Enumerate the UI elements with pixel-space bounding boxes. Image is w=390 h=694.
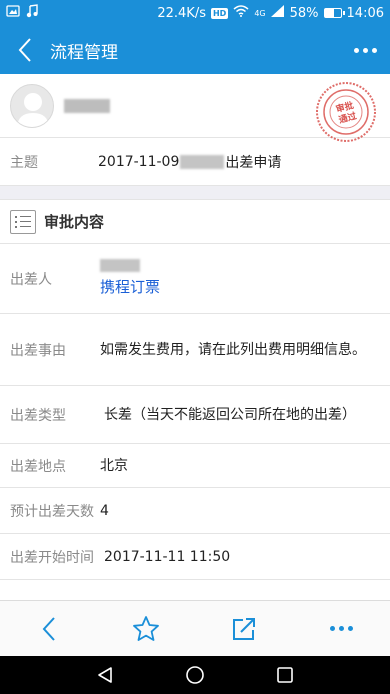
section-divider: [0, 186, 390, 200]
applicant-row: 审批 通过: [0, 74, 390, 142]
battery-percent: 58%: [289, 5, 319, 21]
toolbar-more-button[interactable]: [293, 601, 390, 657]
app-header: 流程管理: [0, 26, 390, 74]
star-icon: [133, 615, 160, 641]
field-start-time: 出差开始时间 2017-11-11 11:50: [0, 534, 390, 580]
field-label: 出差地点: [10, 458, 66, 475]
subject-date: 2017-11-09: [98, 153, 180, 170]
square-recents-icon: [277, 667, 293, 683]
field-location: 出差地点 北京: [0, 444, 390, 488]
field-value: 长差（当天不能返回公司所在地的出差）: [104, 406, 356, 423]
field-label: 出差事由: [10, 342, 66, 359]
nav-home-button[interactable]: [175, 656, 215, 694]
signal-icon: [270, 5, 285, 21]
field-label: 出差人: [10, 271, 52, 288]
more-menu-button[interactable]: [340, 26, 390, 74]
triangle-back-icon: [98, 667, 112, 683]
battery-icon: [323, 8, 345, 18]
chevron-left-icon: [18, 38, 31, 62]
field-label: 出差类型: [10, 407, 66, 424]
section-title: 审批内容: [44, 213, 105, 231]
avatar: [10, 83, 54, 128]
approved-stamp: 审批 通过: [314, 80, 378, 144]
circle-home-icon: [186, 666, 204, 684]
field-value: 2017-11-11 11:50: [104, 548, 231, 565]
wifi-icon: [233, 5, 249, 21]
field-value: 如需发生费用，请在此列出费用明细信息。: [100, 341, 366, 358]
applicant-name-redacted: [64, 98, 110, 113]
ctrip-booking-link[interactable]: 携程订票: [100, 276, 160, 298]
field-label: 出差开始时间: [10, 549, 94, 566]
share-icon: [232, 617, 255, 640]
hd-icon: HD: [210, 7, 229, 19]
status-bar: 22.4K/s HD 4G 58% 14:06: [0, 0, 390, 26]
section-header: 审批内容: [0, 200, 390, 244]
subject-row: 主题 2017-11-09 出差申请: [0, 138, 390, 186]
list-icon: [10, 209, 36, 234]
chevron-left-icon: [42, 616, 55, 641]
back-button[interactable]: [0, 26, 50, 74]
bottom-toolbar: [0, 600, 390, 656]
share-button[interactable]: [195, 601, 293, 657]
more-dots-icon: [329, 626, 353, 631]
image-notification-icon: [6, 4, 20, 22]
field-traveler: 出差人 携程订票: [0, 244, 390, 314]
subject-value: 2017-11-09 出差申请: [98, 152, 281, 172]
main-content[interactable]: 审批 通过 主题 2017-11-09 出差申请 审批内容 出差人 携程订票 出…: [0, 74, 390, 600]
back-page-button[interactable]: [0, 601, 98, 657]
nav-recents-button[interactable]: [265, 656, 305, 694]
page-title: 流程管理: [50, 42, 118, 63]
field-value: 4: [100, 502, 109, 519]
traveler-name-redacted: [100, 259, 140, 272]
favorite-button[interactable]: [98, 601, 196, 657]
system-nav-bar: [0, 656, 390, 694]
network-type: 4G: [254, 8, 266, 18]
field-value: 北京: [100, 457, 128, 474]
field-reason: 出差事由 如需发生费用，请在此列出费用明细信息。: [0, 314, 390, 386]
more-dots-icon: [353, 47, 377, 53]
subject-suffix: 出差申请: [225, 154, 282, 171]
subject-label: 主题: [10, 154, 38, 171]
subject-redacted: [180, 154, 225, 169]
field-days: 预计出差天数 4: [0, 488, 390, 534]
clock: 14:06: [346, 5, 384, 21]
music-note-icon: [26, 4, 38, 22]
field-type: 出差类型 长差（当天不能返回公司所在地的出差）: [0, 386, 390, 444]
nav-back-button[interactable]: [85, 656, 125, 694]
network-speed: 22.4K/s: [157, 5, 206, 21]
field-label: 预计出差天数: [10, 503, 94, 520]
